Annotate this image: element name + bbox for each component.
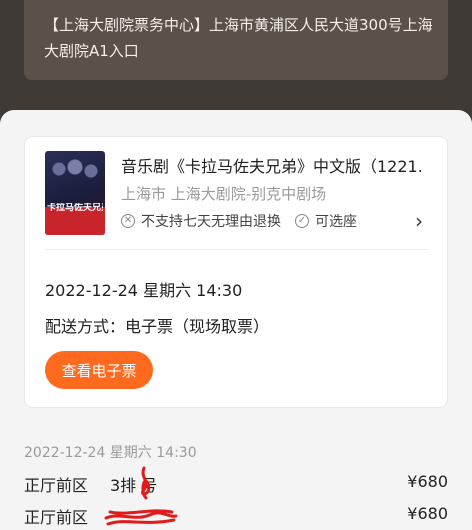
circle-check-icon: ✓ (295, 214, 309, 228)
ticket-area: 正厅前区 (24, 508, 89, 527)
venue-name: 上海市 上海大剧院-别克中剧场 (121, 185, 327, 203)
circle-x-icon: ✕ (121, 214, 135, 228)
policy-seat-selectable-label: 可选座 (315, 214, 357, 230)
policy-seat-selectable: ✓ 可选座 (295, 211, 357, 231)
venue-address-banner: 【上海大剧院票务中心】上海市黄浦区人民大道300号上海大剧院A1入口 (24, 0, 448, 80)
ticket-price: ¥680 (407, 472, 448, 491)
poster-figures (51, 159, 99, 193)
ticket-price: ¥680 (407, 504, 448, 523)
venue-address-text: 【上海大剧院票务中心】上海市黄浦区人民大道300号上海大剧院A1入口 (44, 16, 433, 60)
order-card[interactable]: 卡拉马佐夫兄弟 音乐剧《卡拉马佐夫兄弟》中文版（1221... 上海市 上海大剧… (24, 136, 448, 408)
view-eticket-button[interactable]: 查看电子票 (45, 351, 153, 389)
divider (45, 249, 429, 250)
show-poster[interactable]: 卡拉马佐夫兄弟 (45, 151, 105, 235)
ticket-seat: 3排 号 (110, 476, 158, 495)
show-title[interactable]: 音乐剧《卡拉马佐夫兄弟》中文版（1221... (121, 153, 421, 177)
delivery-method: 配送方式：电子票（现场取票） (45, 317, 270, 336)
policy-row: ✕ 不支持七天无理由退换 ✓ 可选座 (121, 211, 371, 231)
ticket-date: 2022-12-24 星期六 14:30 (24, 445, 197, 461)
ticket-row: 正厅前区 3排 号 ¥680 (24, 472, 448, 496)
ticket-area: 正厅前区 (24, 476, 89, 495)
ticket-row: 正厅前区 ¥680 (24, 504, 448, 528)
policy-no-return-label: 不支持七天无理由退换 (141, 214, 281, 230)
order-sheet: 卡拉马佐夫兄弟 音乐剧《卡拉马佐夫兄弟》中文版（1221... 上海市 上海大剧… (0, 110, 472, 530)
policy-no-return: ✕ 不支持七天无理由退换 (121, 211, 281, 231)
show-datetime: 2022-12-24 星期六 14:30 (45, 281, 243, 300)
chevron-right-icon[interactable]: › (409, 209, 429, 233)
poster-title-text: 卡拉马佐夫兄弟 (47, 203, 103, 213)
